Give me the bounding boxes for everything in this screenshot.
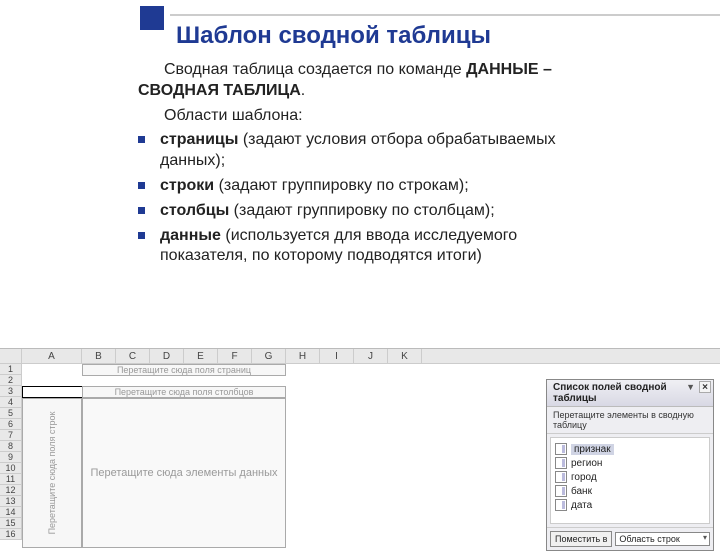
accent-line: [170, 14, 720, 16]
close-icon[interactable]: ×: [699, 381, 711, 393]
row-header[interactable]: 7: [0, 430, 21, 441]
area-label: столбцы: [160, 202, 229, 219]
field-icon: [555, 443, 567, 455]
field-item[interactable]: признак: [555, 442, 705, 456]
pivot-field-list-panel: Список полей сводной таблицы ▼ × Перетащ…: [546, 379, 714, 551]
column-header[interactable]: I: [320, 349, 354, 363]
areas-heading: Области шаблона:: [138, 106, 598, 127]
accent-square: [140, 6, 164, 30]
pivot-page-dropzone[interactable]: Перетащите сюда поля страниц: [82, 364, 286, 376]
field-item[interactable]: регион: [555, 456, 705, 470]
panel-options-icon[interactable]: ▼: [686, 382, 695, 392]
row-header[interactable]: 16: [0, 529, 21, 540]
column-header[interactable]: H: [286, 349, 320, 363]
row-header[interactable]: 9: [0, 452, 21, 463]
area-item: данные (используется для ввода исследуем…: [138, 226, 598, 268]
intro-post: .: [301, 82, 305, 99]
row-header[interactable]: 4: [0, 397, 21, 408]
field-item[interactable]: город: [555, 470, 705, 484]
row-headers: 12345678910111213141516: [0, 349, 22, 540]
column-header[interactable]: B: [82, 349, 116, 363]
row-header[interactable]: 10: [0, 463, 21, 474]
field-icon: [555, 471, 567, 483]
column-header[interactable]: C: [116, 349, 150, 363]
field-item[interactable]: дата: [555, 498, 705, 512]
row-header[interactable]: 6: [0, 419, 21, 430]
row-header[interactable]: 15: [0, 518, 21, 529]
column-header[interactable]: A: [22, 349, 82, 363]
column-header[interactable]: D: [150, 349, 184, 363]
column-headers: ABCDEFGHIJK: [22, 349, 720, 364]
area-select[interactable]: Область строк: [615, 532, 710, 546]
pivot-row-dropzone[interactable]: Перетащите сюда поля строк: [22, 398, 82, 548]
row-header[interactable]: 14: [0, 507, 21, 518]
row-header[interactable]: 1: [0, 364, 21, 375]
row-header[interactable]: 11: [0, 474, 21, 485]
column-header[interactable]: F: [218, 349, 252, 363]
excel-screenshot: 12345678910111213141516 ABCDEFGHIJK Пере…: [0, 348, 720, 540]
row-header[interactable]: 2: [0, 375, 21, 386]
column-header[interactable]: K: [388, 349, 422, 363]
field-label: признак: [571, 444, 614, 455]
panel-titlebar[interactable]: Список полей сводной таблицы ▼ ×: [547, 380, 713, 407]
pivot-data-dropzone[interactable]: Перетащите сюда элементы данных: [82, 398, 286, 548]
area-label: строки: [160, 177, 214, 194]
area-label: страницы: [160, 131, 238, 148]
panel-title: Список полей сводной таблицы: [553, 382, 667, 404]
field-label: банк: [571, 486, 592, 497]
field-icon: [555, 457, 567, 469]
place-in-button[interactable]: Поместить в: [550, 531, 612, 547]
field-label: город: [571, 472, 597, 483]
field-label: дата: [571, 500, 592, 511]
row-header[interactable]: 5: [0, 408, 21, 419]
column-header[interactable]: E: [184, 349, 218, 363]
field-label: регион: [571, 458, 602, 469]
pivot-column-dropzone[interactable]: Перетащите сюда поля столбцов: [82, 386, 286, 398]
area-desc: (задают группировку по столбцам);: [229, 202, 494, 219]
column-header[interactable]: G: [252, 349, 286, 363]
area-item: страницы (задают условия отбора обрабаты…: [138, 130, 598, 172]
row-header[interactable]: 13: [0, 496, 21, 507]
area-item: столбцы (задают группировку по столбцам)…: [138, 201, 598, 222]
body-text: Сводная таблица создается по команде ДАН…: [138, 60, 598, 271]
field-icon: [555, 499, 567, 511]
area-desc: (задают группировку по строкам);: [214, 177, 469, 194]
panel-instruction: Перетащите элементы в сводную таблицу: [547, 407, 713, 434]
cell-a3[interactable]: [22, 386, 82, 398]
column-header[interactable]: J: [354, 349, 388, 363]
field-item[interactable]: банк: [555, 484, 705, 498]
row-header[interactable]: 8: [0, 441, 21, 452]
intro-pre: Сводная таблица создается по команде: [164, 61, 462, 78]
field-list[interactable]: признак регион город банк дата: [550, 437, 710, 524]
field-icon: [555, 485, 567, 497]
areas-list: страницы (задают условия отбора обрабаты…: [138, 130, 598, 267]
row-header[interactable]: 12: [0, 485, 21, 496]
row-header[interactable]: 3: [0, 386, 21, 397]
page-title: Шаблон сводной таблицы: [176, 22, 491, 50]
area-label: данные: [160, 227, 221, 244]
area-item: строки (задают группировку по строкам);: [138, 176, 598, 197]
